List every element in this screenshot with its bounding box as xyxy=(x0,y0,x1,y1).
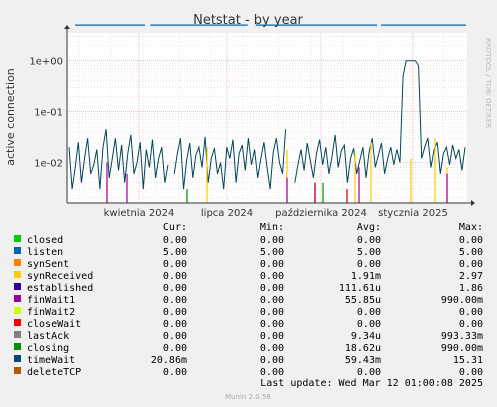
legend-swatch-closed xyxy=(14,235,21,242)
legend-name-finWait2: finWait2 xyxy=(27,307,75,318)
legend-value: 0.00 xyxy=(260,271,284,282)
x-tick-label: października 2024 xyxy=(275,207,367,219)
legend-value: 993.33m xyxy=(441,331,483,342)
legend-swatch-lastAck xyxy=(14,331,21,338)
legend-value: 0.00 xyxy=(163,331,187,342)
legend-value: 0.00 xyxy=(163,295,187,306)
legend-swatch-synReceived xyxy=(14,271,21,278)
x-axis-arrow xyxy=(471,200,475,206)
legend-value: 111.61u xyxy=(339,283,381,294)
legend-header: Min: xyxy=(260,222,284,233)
legend-value: 0.00 xyxy=(357,319,381,330)
legend-name-closed: closed xyxy=(27,235,63,246)
legend-header: Max: xyxy=(459,222,483,233)
legend-name-finWait1: finWait1 xyxy=(27,295,75,306)
legend-value: 0.00 xyxy=(260,331,284,342)
legend-name-timeWait: timeWait xyxy=(27,355,75,366)
legend-value: 0.00 xyxy=(163,367,187,378)
munin-footer: Munin 2.0.56 xyxy=(225,393,271,401)
legend-value: 0.00 xyxy=(260,355,284,366)
netstat-chart: Netstat - by year RRDTOOL / TOBI OETIKER… xyxy=(4,13,492,401)
legend-value: 0.00 xyxy=(459,367,483,378)
legend-value: 0.00 xyxy=(260,343,284,354)
legend-value: 5.00 xyxy=(459,247,483,258)
legend-value: 18.62u xyxy=(345,343,381,354)
legend-swatch-synSent xyxy=(14,259,21,266)
legend-value: 5.00 xyxy=(357,247,381,258)
x-tick-labels: kwietnia 2024 lipca 2024 października 2024… xyxy=(104,207,448,219)
legend-value: 0.00 xyxy=(163,343,187,354)
legend-value: 0.00 xyxy=(163,283,187,294)
y-axis-label: active connection xyxy=(4,68,17,166)
legend-value: 990.00m xyxy=(441,343,483,354)
last-update: Last update: Wed Mar 12 01:00:08 2025 xyxy=(260,378,483,389)
legend-value: 1.91m xyxy=(351,271,381,282)
legend-value: 0.00 xyxy=(357,235,381,246)
legend-name-established: established xyxy=(27,283,93,294)
y-tick-labels: 1e+00 1e-01 1e-02 xyxy=(29,57,63,170)
legend-swatch-finWait1 xyxy=(14,295,21,302)
legend-value: 0.00 xyxy=(163,259,187,270)
legend-header: Avg: xyxy=(357,222,381,233)
legend-value: 5.00 xyxy=(163,247,187,258)
legend-value: 0.00 xyxy=(459,319,483,330)
x-tick-label: kwietnia 2024 xyxy=(104,208,175,219)
legend-table: Cur: Min: Avg: Max:closed 0.00 0.00 0.00 0.00li… xyxy=(14,222,483,378)
legend-header: Cur: xyxy=(163,222,187,233)
chart-title: Netstat - by year xyxy=(193,13,303,28)
legend-value: 0.00 xyxy=(163,319,187,330)
legend-value: 1.86 xyxy=(459,283,483,294)
y-tick-label: 1e-02 xyxy=(34,158,63,169)
legend-swatch-finWait2 xyxy=(14,307,21,314)
legend-value: 9.34u xyxy=(351,331,381,342)
legend-value: 0.00 xyxy=(357,367,381,378)
legend-value: 0.00 xyxy=(357,307,381,318)
legend-value: 0.00 xyxy=(260,319,284,330)
legend-name-synSent: synSent xyxy=(27,259,69,270)
legend-value: 15.31 xyxy=(453,355,483,366)
x-tick-label: lipca 2024 xyxy=(201,208,253,219)
legend-value: 0.00 xyxy=(163,235,187,246)
legend-name-lastAck: lastAck xyxy=(27,331,69,342)
legend-value: 0.00 xyxy=(163,271,187,282)
legend-value: 0.00 xyxy=(459,307,483,318)
legend-name-closeWait: closeWait xyxy=(27,319,81,330)
legend-value: 0.00 xyxy=(260,259,284,270)
legend-value: 0.00 xyxy=(260,367,284,378)
legend-value: 0.00 xyxy=(260,283,284,294)
legend-name-synReceived: synReceived xyxy=(27,271,93,282)
legend-swatch-timeWait xyxy=(14,355,21,362)
legend-value: 0.00 xyxy=(163,307,187,318)
legend-name-listen: listen xyxy=(27,247,63,258)
legend-value: 0.00 xyxy=(357,259,381,270)
legend-value: 59.43m xyxy=(345,355,381,366)
legend-value: 0.00 xyxy=(459,235,483,246)
legend-value: 0.00 xyxy=(260,235,284,246)
legend-name-closing: closing xyxy=(27,343,69,354)
legend-value: 2.97 xyxy=(459,271,483,282)
y-axis-arrow xyxy=(64,25,70,29)
legend-swatch-closeWait xyxy=(14,319,21,326)
legend-name-deleteTCP: deleteTCP xyxy=(27,367,81,378)
y-tick-label: 1e-01 xyxy=(34,108,63,119)
legend-swatch-closing xyxy=(14,343,21,350)
legend-value: 55.85u xyxy=(345,295,381,306)
x-tick-label: stycznia 2025 xyxy=(378,208,448,219)
legend-value: 0.00 xyxy=(260,307,284,318)
legend-value: 990.00m xyxy=(441,295,483,306)
rrdtool-side-label: RRDTOOL / TOBI OETIKER xyxy=(484,38,492,128)
legend-swatch-deleteTCP xyxy=(14,367,21,374)
legend-swatch-listen xyxy=(14,247,21,254)
legend-value: 0.00 xyxy=(459,259,483,270)
legend-value: 0.00 xyxy=(260,295,284,306)
legend-swatch-established xyxy=(14,283,21,290)
y-tick-label: 1e+00 xyxy=(29,57,63,68)
legend-value: 5.00 xyxy=(260,247,284,258)
legend-value: 20.86m xyxy=(151,355,187,366)
